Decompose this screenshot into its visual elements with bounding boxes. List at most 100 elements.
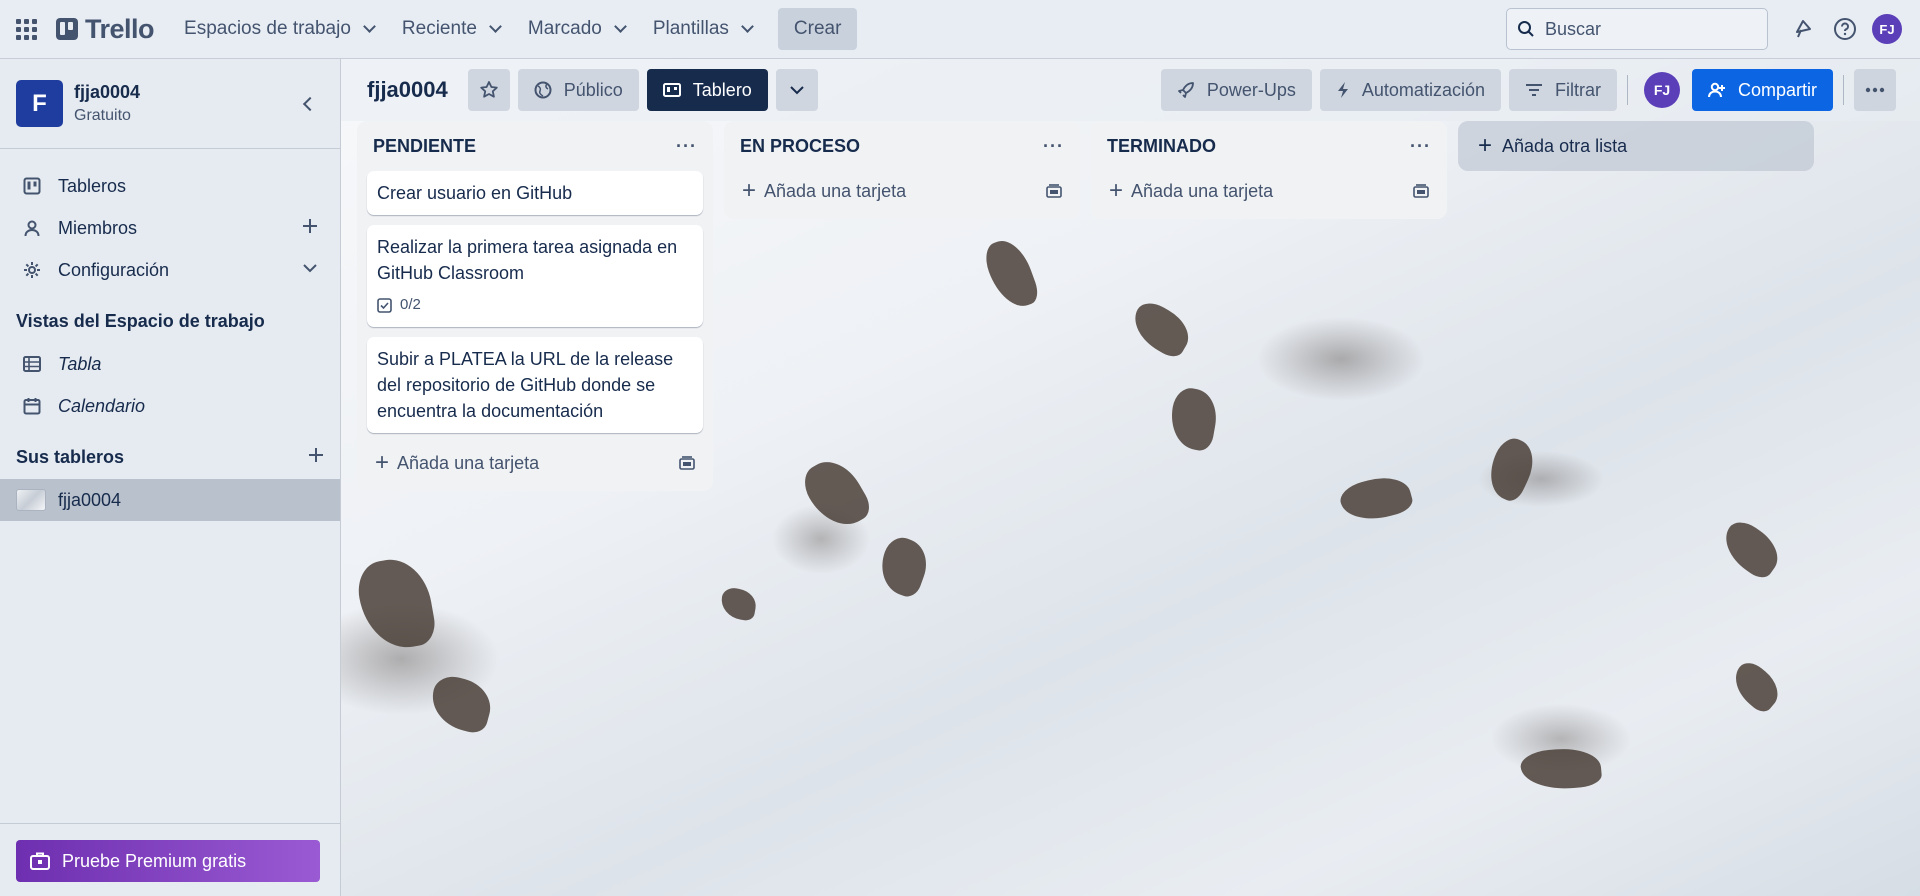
collapse-sidebar-button[interactable] xyxy=(292,88,324,120)
add-board-plus-icon[interactable] xyxy=(308,447,324,468)
share-label: Compartir xyxy=(1737,79,1817,100)
board-thumbnail xyxy=(16,489,46,511)
power-ups-label: Power-Ups xyxy=(1206,79,1296,100)
lightning-icon xyxy=(1336,81,1350,99)
add-card-button[interactable]: + Añada una tarjeta xyxy=(367,443,703,483)
filter-icon xyxy=(1525,83,1543,97)
header-divider xyxy=(1843,75,1844,105)
create-button[interactable]: Crear xyxy=(777,8,858,50)
list-header: PENDIENTE ··· xyxy=(367,121,703,171)
view-options-dropdown[interactable] xyxy=(775,69,818,111)
board-menu-button[interactable] xyxy=(1854,69,1896,111)
workspace-views-title: Vistas del Espacio de trabajo xyxy=(0,299,340,343)
star-board-button[interactable] xyxy=(467,69,510,111)
trello-logo[interactable]: Trello xyxy=(56,14,155,45)
trello-logo-icon xyxy=(56,18,78,40)
menu-recent[interactable]: Reciente xyxy=(390,9,512,49)
visibility-button[interactable]: Público xyxy=(517,69,639,111)
power-ups-button[interactable]: Power-Ups xyxy=(1160,69,1312,111)
card[interactable]: Realizar la primera tarea asignada en Gi… xyxy=(367,225,703,327)
automation-button[interactable]: Automatización xyxy=(1319,69,1501,111)
board-icon xyxy=(22,177,42,195)
account-button[interactable]: FJ xyxy=(1868,10,1906,48)
grid-icon xyxy=(15,18,37,40)
sidebar-item-table[interactable]: Tabla xyxy=(0,343,340,385)
background-rock xyxy=(872,532,935,601)
add-card-label: Añada una tarjeta xyxy=(1131,180,1274,201)
plus-icon: + xyxy=(742,177,757,204)
menu-label: Marcado xyxy=(527,18,602,39)
background-rock xyxy=(1725,657,1787,716)
add-card-button[interactable]: + Añada una tarjeta xyxy=(1101,171,1437,211)
sidebar: F fjja0004 Gratuito Tableros Miembros Co… xyxy=(0,59,341,896)
list-pendiente[interactable]: PENDIENTE ··· Crear usuario en GitHub Re… xyxy=(357,121,713,491)
card-template-icon[interactable] xyxy=(679,456,695,470)
menu-starred[interactable]: Marcado xyxy=(516,9,637,49)
app-switcher-button[interactable] xyxy=(10,9,42,49)
workspace-header: F fjja0004 Gratuito xyxy=(0,59,340,149)
add-person-icon xyxy=(1707,81,1726,99)
chevron-down-icon xyxy=(613,20,627,33)
your-boards-title: Sus tableros xyxy=(0,435,340,479)
share-button[interactable]: Compartir xyxy=(1691,69,1833,111)
plus-icon: + xyxy=(1478,132,1493,159)
premium-label: Pruebe Premium gratis xyxy=(62,850,247,871)
card-title: Crear usuario en GitHub xyxy=(377,183,573,203)
person-icon xyxy=(22,219,42,237)
board-view-label: Tablero xyxy=(692,79,752,100)
filter-button[interactable]: Filtrar xyxy=(1508,69,1617,111)
sidebar-nav: Tableros Miembros Configuración xyxy=(0,149,340,291)
board-link-label: fjja0004 xyxy=(58,489,122,510)
list-menu-icon[interactable]: ··· xyxy=(676,136,697,157)
chevron-down-icon xyxy=(363,20,376,33)
background-rock xyxy=(718,586,759,622)
card-template-icon[interactable] xyxy=(1413,184,1429,198)
add-member-plus-icon[interactable] xyxy=(302,218,318,239)
board-title[interactable]: fjja0004 xyxy=(357,77,458,103)
sidebar-item-boards[interactable]: Tableros xyxy=(0,165,340,207)
sidebar-item-settings[interactable]: Configuración xyxy=(0,249,340,291)
list-title[interactable]: PENDIENTE xyxy=(373,136,476,157)
globe-icon xyxy=(534,81,552,99)
chevron-down-icon[interactable] xyxy=(302,260,318,281)
card[interactable]: Crear usuario en GitHub xyxy=(367,171,703,215)
sidebar-item-label: Tableros xyxy=(58,175,127,196)
checklist-icon xyxy=(377,297,392,313)
automation-label: Automatización xyxy=(1361,79,1485,100)
bell-icon xyxy=(1796,20,1811,38)
sidebar-item-members[interactable]: Miembros xyxy=(0,207,340,249)
card-title: Subir a PLATEA la URL de la release del … xyxy=(377,349,674,421)
card[interactable]: Subir a PLATEA la URL de la release del … xyxy=(367,337,703,433)
try-premium-button[interactable]: Pruebe Premium gratis xyxy=(16,840,320,882)
sidebar-item-calendar[interactable]: Calendario xyxy=(0,385,340,427)
card-template-icon[interactable] xyxy=(1046,184,1062,198)
board-view-button[interactable]: Tablero xyxy=(646,69,768,111)
sidebar-divider xyxy=(0,823,341,824)
list-terminado[interactable]: TERMINADO ··· + Añada una tarjeta xyxy=(1091,121,1447,219)
list-title[interactable]: EN PROCESO xyxy=(740,136,860,157)
list-menu-icon[interactable]: ··· xyxy=(1410,136,1431,157)
chevron-down-icon xyxy=(790,86,804,95)
filter-label: Filtrar xyxy=(1554,79,1601,100)
board-member-avatar[interactable]: FJ xyxy=(1643,72,1680,108)
menu-workspaces[interactable]: Espacios de trabajo xyxy=(172,9,386,49)
chevron-left-icon xyxy=(302,96,318,111)
menu-templates[interactable]: Plantillas xyxy=(641,9,764,49)
add-list-button[interactable]: + Añada otra lista xyxy=(1458,121,1814,171)
help-button[interactable] xyxy=(1826,10,1864,48)
list-header: TERMINADO ··· xyxy=(1101,121,1437,171)
search-input[interactable]: Buscar xyxy=(1506,8,1768,50)
list-en-proceso[interactable]: EN PROCESO ··· + Añada una tarjeta xyxy=(724,121,1080,219)
sidebar-board-fjja0004[interactable]: fjja0004 xyxy=(0,479,340,521)
chevron-down-icon xyxy=(741,20,754,33)
notifications-button[interactable] xyxy=(1784,10,1822,48)
top-navigation: Trello Espacios de trabajo Reciente Marc… xyxy=(0,0,1920,59)
list-menu-icon[interactable]: ··· xyxy=(1043,136,1064,157)
list-title[interactable]: TERMINADO xyxy=(1107,136,1216,157)
background-rock xyxy=(353,553,439,655)
workspace-name[interactable]: fjja0004 xyxy=(74,82,140,103)
sidebar-item-label: Tabla xyxy=(58,353,102,374)
briefcase-icon xyxy=(30,852,50,870)
add-card-button[interactable]: + Añada una tarjeta xyxy=(734,171,1070,211)
plus-icon: + xyxy=(375,449,390,476)
